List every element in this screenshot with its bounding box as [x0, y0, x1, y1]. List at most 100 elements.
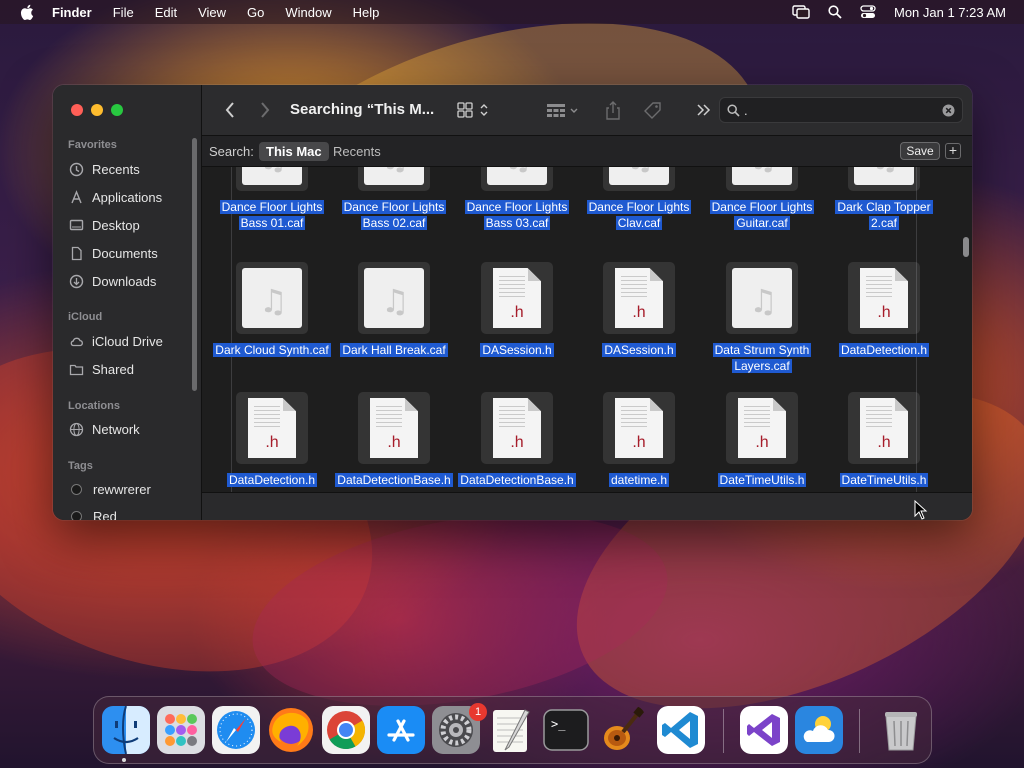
header-file-icon: .h — [603, 392, 675, 464]
file-name: DASession.h — [457, 342, 577, 358]
textedit-icon — [493, 709, 530, 752]
file-name: Data Strum Synth Layers.caf — [702, 342, 822, 374]
file-extension-label: .h — [265, 434, 279, 451]
page-fold — [650, 268, 663, 281]
sidebar-item-downloads[interactable]: Downloads — [69, 271, 189, 291]
sidebar-item-label: rewwrerer — [93, 481, 151, 497]
file-name-text: DateTimeUtils.h — [839, 473, 929, 487]
add-criteria-button[interactable]: + — [945, 143, 961, 159]
dock-finder[interactable] — [102, 706, 150, 754]
music-note-icon: ♫ — [749, 167, 778, 177]
share-button[interactable] — [602, 100, 624, 122]
code-lines — [254, 406, 280, 428]
sidebar-item-label: Documents — [92, 245, 158, 261]
menu-help[interactable]: Help — [353, 5, 380, 20]
tag-color-dot — [71, 510, 82, 520]
sidebar-tag-rewwrerer[interactable]: rewwrerer — [69, 479, 189, 499]
chrome-icon — [322, 706, 370, 754]
toolbar: Searching “This M... — [202, 85, 972, 136]
save-search-button[interactable]: Save — [900, 142, 940, 160]
forward-button[interactable] — [257, 100, 273, 120]
music-note-icon: ♫ — [626, 167, 655, 177]
dock-textedit[interactable] — [487, 706, 535, 754]
menu-go[interactable]: Go — [247, 5, 264, 20]
icon-grid-view-icon — [457, 102, 488, 118]
sidebar-item-desktop[interactable]: Desktop — [69, 215, 189, 235]
search-input[interactable] — [744, 101, 934, 119]
sidebar-item-label: Desktop — [92, 217, 140, 233]
menu-window[interactable]: Window — [285, 5, 331, 20]
dock-app-store[interactable] — [377, 706, 425, 754]
zoom-button[interactable] — [111, 104, 123, 116]
dock-safari[interactable] — [212, 706, 260, 754]
mouse-pointer-icon — [914, 500, 928, 520]
header-file-icon: .h — [848, 392, 920, 464]
app-store-icon — [377, 706, 425, 754]
page-fold — [405, 398, 418, 411]
file-name-text: DASession.h — [602, 343, 676, 357]
spotlight-search-icon[interactable] — [828, 5, 842, 19]
sidebar-item-applications[interactable]: Applications — [69, 187, 189, 207]
menu-bar: Finder File Edit View Go Window Help Mon… — [0, 0, 1024, 24]
file-extension-label: .h — [755, 434, 769, 451]
file-name: Dance Floor Lights Bass 03.caf — [457, 199, 577, 231]
sidebar-item-network[interactable]: Network — [69, 419, 189, 439]
sidebar-item-icloud-drive[interactable]: iCloud Drive — [69, 331, 189, 351]
back-button[interactable] — [222, 100, 238, 120]
search-field[interactable] — [719, 97, 963, 123]
audio-file-icon: ♫ — [358, 262, 430, 334]
music-note-icon: ♫ — [381, 167, 410, 177]
menu-view[interactable]: View — [198, 5, 226, 20]
sidebar-item-shared[interactable]: Shared — [69, 359, 189, 379]
file-name: Dark Cloud Synth.caf — [212, 342, 332, 358]
menu-clock[interactable]: Mon Jan 1 7:23 AM — [894, 5, 1006, 20]
sidebar-item-recents[interactable]: Recents — [69, 159, 189, 179]
share-icon — [606, 101, 620, 120]
group-grid-icon — [547, 104, 578, 117]
code-lines — [499, 406, 525, 428]
audio-file-icon: ♫ — [726, 262, 798, 334]
sidebar-item-label: iCloud Drive — [92, 333, 163, 349]
music-note-icon: ♫ — [871, 167, 900, 177]
group-by-button[interactable] — [545, 100, 585, 120]
scope-recents[interactable]: Recents — [326, 142, 388, 161]
terminal-prompt-glyph: >_ — [551, 717, 566, 731]
dock-garageband[interactable] — [597, 706, 645, 754]
content-scrollbar[interactable] — [963, 237, 969, 257]
menu-app-name[interactable]: Finder — [52, 5, 92, 20]
sidebar-tag-red[interactable]: Red — [69, 506, 189, 520]
scope-this-mac[interactable]: This Mac — [259, 142, 329, 161]
page-fold — [895, 268, 908, 281]
dock-firefox[interactable] — [267, 706, 315, 754]
notification-badge: 1 — [469, 703, 487, 721]
dock-chrome[interactable] — [322, 706, 370, 754]
screen-mirroring-icon[interactable] — [792, 5, 810, 19]
header-file-icon: .h — [481, 262, 553, 334]
weather-icon — [795, 706, 843, 754]
sidebar-item-documents[interactable]: Documents — [69, 243, 189, 263]
file-name: Dance Floor Lights Guitar.caf — [702, 199, 822, 231]
header-file-icon: .h — [358, 392, 430, 464]
dock-vscode[interactable] — [657, 706, 705, 754]
menu-edit[interactable]: Edit — [155, 5, 177, 20]
desktop-icon — [69, 219, 84, 230]
minimize-button[interactable] — [91, 104, 103, 116]
sidebar-scrollbar[interactable] — [192, 138, 197, 391]
dock-terminal[interactable]: >_ — [542, 706, 590, 754]
tag-button[interactable] — [642, 100, 664, 122]
dock-weather[interactable] — [795, 706, 843, 754]
menu-file[interactable]: File — [113, 5, 134, 20]
apple-logo-icon[interactable] — [20, 4, 34, 20]
more-toolbar-button[interactable] — [694, 100, 714, 120]
clear-search-icon[interactable] — [942, 104, 955, 117]
dock-launchpad[interactable] — [157, 706, 205, 754]
file-extension-label: .h — [877, 434, 891, 451]
page-fold — [283, 398, 296, 411]
view-mode-button[interactable] — [456, 100, 496, 120]
dock-visual-studio[interactable] — [740, 706, 788, 754]
sidebar-header-icloud: iCloud — [68, 311, 103, 323]
dock-trash[interactable] — [877, 706, 925, 754]
close-button[interactable] — [71, 104, 83, 116]
file-extension-label: .h — [387, 434, 401, 451]
control-center-icon[interactable] — [860, 5, 876, 19]
